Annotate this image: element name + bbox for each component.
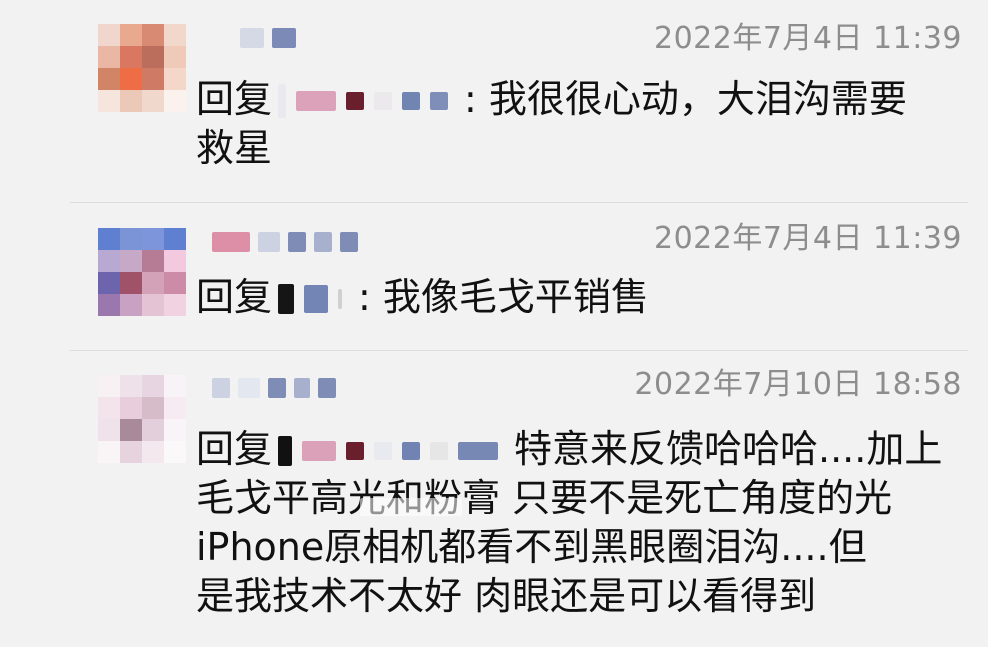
reply-prefix: 回复 [196,77,273,121]
redaction-mask [360,498,462,516]
reply-text: 回复 : 我很很心动，大泪沟需要 [196,74,907,127]
commenter-name-redacted [212,232,358,252]
reply-continuation-line: 毛戈平高光和粉膏 只要不是死亡角度的光 [196,476,893,520]
comment-timestamp: 2022年7月10日 18:58 [634,367,962,402]
reply-body: : 我很很心动，大泪沟需要 [464,77,907,121]
comment-timestamp: 2022年7月4日 11:39 [653,21,962,56]
reply-target-redacted [278,424,508,474]
reply-target-redacted [278,74,458,124]
reply-continuation: 毛戈平高光和粉膏 只要不是死亡角度的光 iPhone原相机都看不到黑眼圈泪沟..… [196,474,892,621]
reply-continuation: 救星 [196,124,272,173]
reply-prefix: 回复 [196,427,273,471]
avatar[interactable] [98,24,186,112]
reply-body: : 我像毛戈平销售 [358,275,649,319]
avatar[interactable] [98,375,186,463]
reply-continuation-line: 救星 [196,126,273,170]
reply-text: 回复 特意来反馈哈哈哈....加上 [196,424,942,477]
commenter-name-redacted [240,28,296,48]
reply-continuation-line: iPhone原相机都看不到黑眼圈泪沟....但 [196,525,867,569]
comment-divider [70,202,968,203]
reply-text: 回复 : 我像毛戈平销售 [196,272,649,325]
reply-target-redacted [278,272,352,322]
comment-divider [70,350,968,351]
comment-timestamp: 2022年7月4日 11:39 [653,221,962,256]
commenter-name-redacted [212,378,336,398]
avatar[interactable] [98,228,186,316]
reply-prefix: 回复 [196,275,273,319]
reply-continuation-line: 是我技术不太好 肉眼还是可以看得到 [196,574,817,618]
reply-body: 特意来反馈哈哈哈....加上 [514,427,943,471]
